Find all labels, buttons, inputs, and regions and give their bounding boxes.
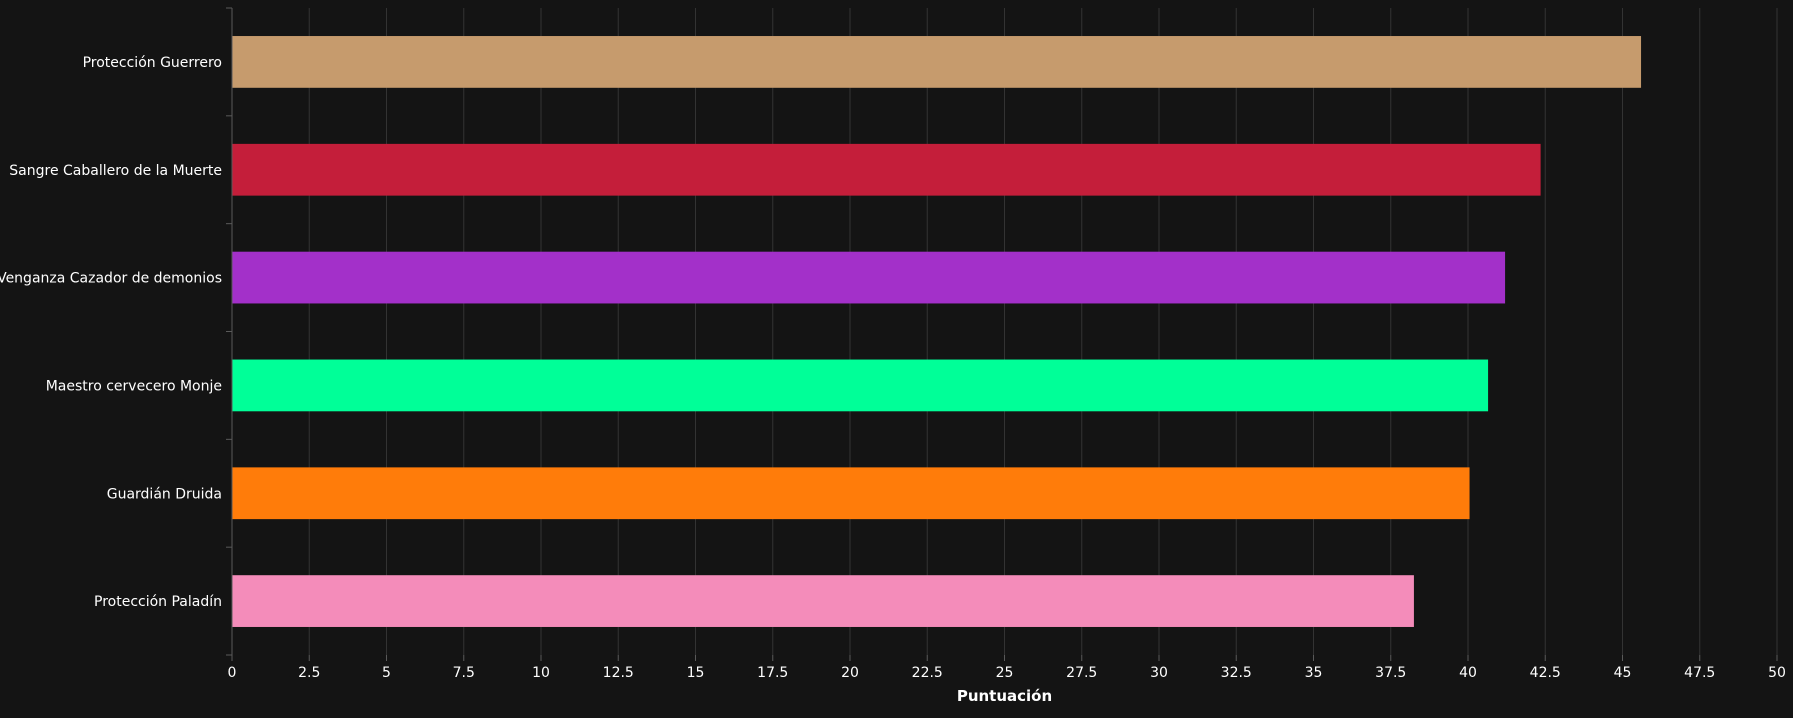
x-tick-label: 7.5	[453, 665, 475, 681]
x-tick-label: 30	[1150, 665, 1168, 681]
x-tick-label: 47.5	[1684, 665, 1715, 681]
x-tick-label: 32.5	[1221, 665, 1252, 681]
category-label: Venganza Cazador de demonios	[0, 271, 222, 287]
x-tick-label: 2.5	[298, 665, 320, 681]
gridlines	[231, 8, 1778, 655]
bar	[232, 467, 1470, 520]
x-tick-label: 12.5	[603, 665, 634, 681]
x-tick-label: 20	[841, 665, 859, 681]
x-tick-label: 27.5	[1066, 665, 1097, 681]
category-label: Protección Guerrero	[83, 55, 222, 71]
x-tick-label: 15	[687, 665, 705, 681]
x-tick-label: 42.5	[1530, 665, 1561, 681]
x-tick-label: 35	[1305, 665, 1323, 681]
x-axis-title: Puntuación	[957, 687, 1052, 705]
x-tick-label: 10	[532, 665, 550, 681]
category-label: Sangre Caballero de la Muerte	[9, 163, 222, 179]
axes	[226, 7, 1778, 661]
x-tick-label: 22.5	[912, 665, 943, 681]
bar	[232, 359, 1489, 412]
bars	[232, 36, 1642, 627]
x-tick-label: 25	[996, 665, 1014, 681]
category-label: Guardián Druida	[107, 486, 222, 502]
x-tick-label: 40	[1459, 665, 1477, 681]
bar	[232, 36, 1642, 88]
bar	[232, 143, 1541, 196]
bar	[232, 251, 1506, 304]
chart-container: 0 2.5 5 7.5 10 12.5 15 17.5 20 22.5 25 27.5 30 32.5 35…	[0, 0, 1793, 714]
category-label: Maestro cervecero Monje	[46, 378, 222, 394]
category-label: Protección Paladín	[94, 594, 222, 610]
x-tick-label: 17.5	[757, 665, 788, 681]
x-tick-label: 50	[1768, 665, 1786, 681]
bar-chart: 0 2.5 5 7.5 10 12.5 15 17.5 20 22.5 25 27.5 30 32.5 35…	[0, 7, 1786, 705]
x-tick-label: 0	[228, 665, 237, 681]
x-tick-label: 37.5	[1375, 665, 1406, 681]
bar	[232, 575, 1414, 627]
x-tick-label: 45	[1614, 665, 1632, 681]
x-tick-label: 5	[382, 665, 391, 681]
